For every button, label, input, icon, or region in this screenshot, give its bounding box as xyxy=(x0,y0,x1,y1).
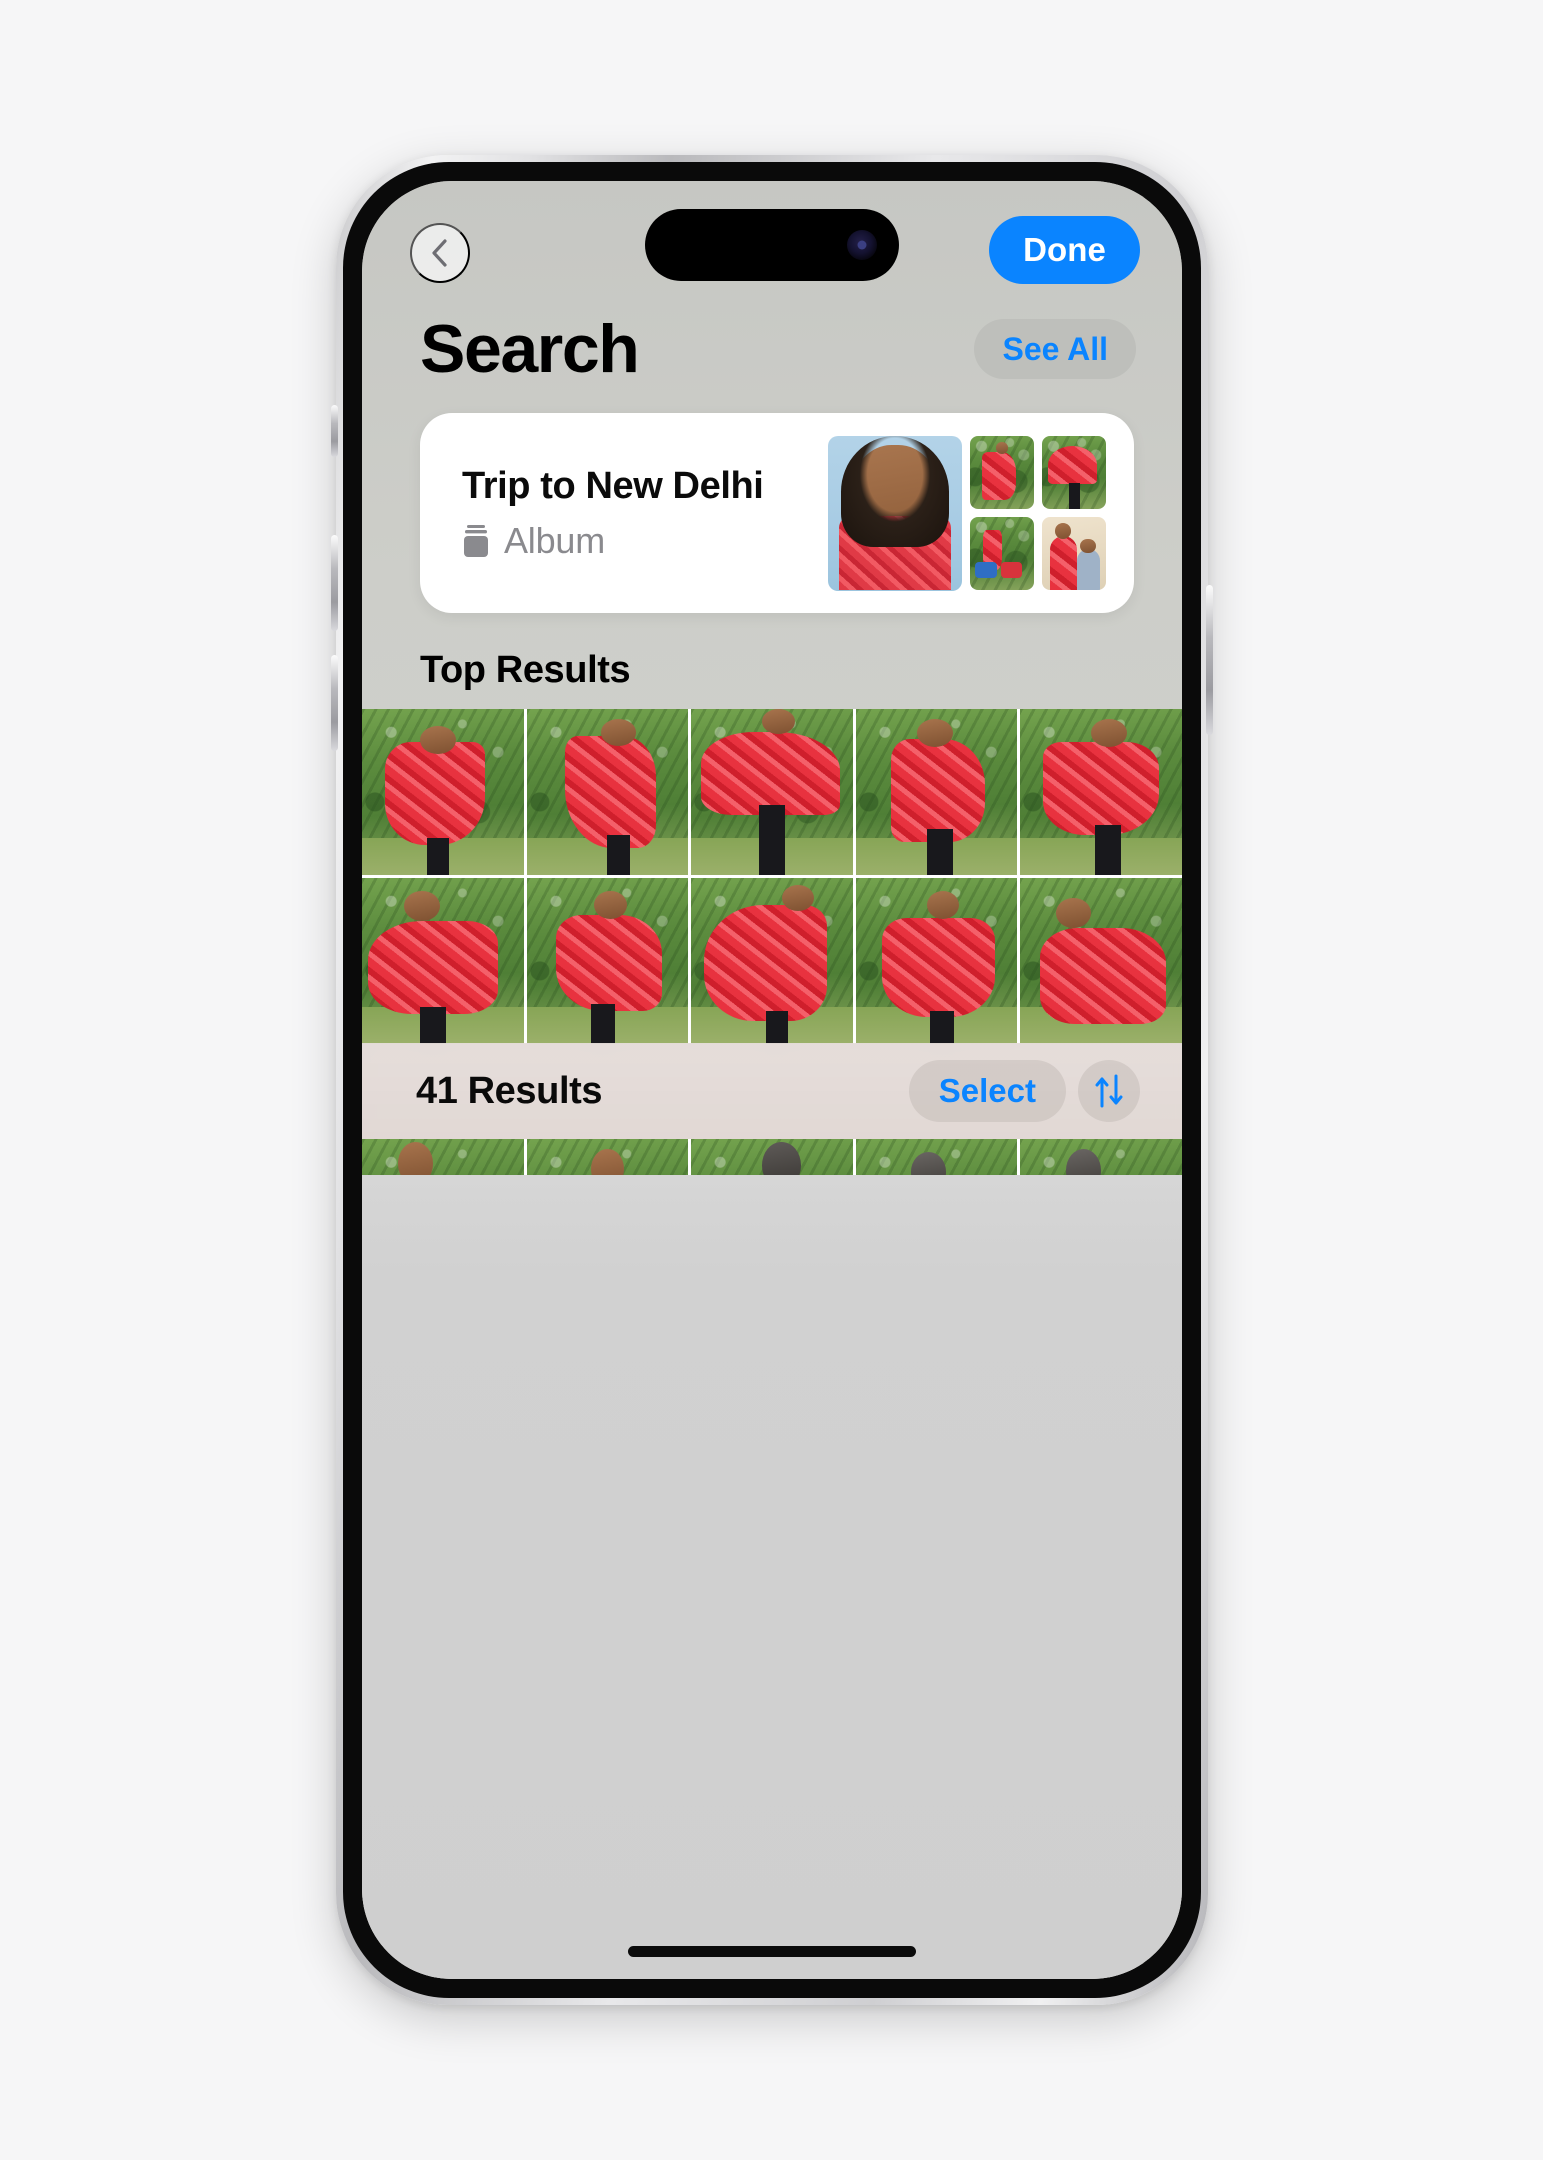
page-header-row: Search See All xyxy=(362,299,1182,399)
sort-button[interactable] xyxy=(1078,1060,1140,1122)
album-thumbnail-group xyxy=(828,435,1106,591)
photos-search-screen: Done Search See All Trip to New Delhi Al… xyxy=(362,181,1182,1979)
navigation-bar: Done xyxy=(362,181,1182,313)
photo-cell[interactable] xyxy=(691,878,853,1044)
album-subtitle: Album xyxy=(504,519,606,561)
page-title: Search xyxy=(420,311,640,387)
results-count-label: 41 Results xyxy=(416,1069,603,1112)
home-indicator[interactable] xyxy=(628,1946,916,1957)
power-button[interactable] xyxy=(1206,585,1213,735)
photo-cell[interactable] xyxy=(855,878,1018,1044)
front-camera-icon xyxy=(847,230,877,260)
photo-cell[interactable] xyxy=(691,1139,853,1175)
photo-cell[interactable] xyxy=(1020,709,1182,875)
screenshot-stage: Done Search See All Trip to New Delhi Al… xyxy=(0,0,1543,2160)
photo-cell[interactable] xyxy=(691,709,853,875)
album-thumbnail-column-2 xyxy=(1042,436,1106,590)
sort-arrows-icon xyxy=(1095,1074,1123,1108)
photo-cell[interactable] xyxy=(526,878,689,1044)
album-thumbnail[interactable] xyxy=(970,517,1034,590)
volume-up-button[interactable] xyxy=(331,535,338,631)
album-thumbnail-column-1 xyxy=(970,436,1034,590)
photo-cell[interactable] xyxy=(855,1139,1018,1175)
album-thumbnail[interactable] xyxy=(1042,517,1106,590)
album-title: Trip to New Delhi xyxy=(462,464,764,507)
photo-cell[interactable] xyxy=(526,1139,689,1175)
photo-cell[interactable] xyxy=(362,1139,524,1175)
photo-cell[interactable] xyxy=(526,709,689,875)
device-screen: Done Search See All Trip to New Delhi Al… xyxy=(362,181,1182,1979)
album-thumbnail[interactable] xyxy=(1042,436,1106,509)
photo-cell[interactable] xyxy=(1020,878,1182,1044)
album-stack-icon xyxy=(464,524,488,557)
top-results-header: Top Results xyxy=(362,631,1182,709)
chevron-left-icon xyxy=(432,239,447,267)
album-thumbnail[interactable] xyxy=(970,436,1034,509)
back-button[interactable] xyxy=(410,223,470,283)
album-thumbnail-large[interactable] xyxy=(828,435,962,591)
album-subtitle-row: Album xyxy=(462,520,828,562)
dynamic-island xyxy=(645,209,899,281)
volume-down-button[interactable] xyxy=(331,655,338,751)
album-result-card[interactable]: Trip to New Delhi Album xyxy=(420,413,1134,613)
top-results-photo-grid xyxy=(362,709,1182,1044)
results-photo-strip xyxy=(362,1139,1182,1175)
photo-cell[interactable] xyxy=(1020,1139,1182,1175)
keyboard-area: Shani dancing in a red dress xyxy=(362,1175,1182,1979)
results-toolbar: 41 Results Select xyxy=(362,1043,1182,1139)
album-card-text: Trip to New Delhi Album xyxy=(462,465,828,562)
see-all-button[interactable]: See All xyxy=(974,319,1136,379)
photo-cell[interactable] xyxy=(362,709,524,875)
photo-cell[interactable] xyxy=(855,709,1018,875)
done-button[interactable]: Done xyxy=(989,216,1140,284)
photo-cell[interactable] xyxy=(362,878,524,1044)
silent-switch[interactable] xyxy=(331,405,338,457)
iphone-device-frame: Done Search See All Trip to New Delhi Al… xyxy=(331,155,1213,2005)
top-results-label: Top Results xyxy=(420,648,631,691)
device-bezel: Done Search See All Trip to New Delhi Al… xyxy=(343,162,1201,1998)
select-button[interactable]: Select xyxy=(908,1060,1066,1122)
